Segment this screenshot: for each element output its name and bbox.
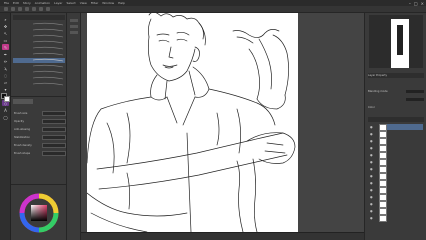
text-icon[interactable]: A xyxy=(2,107,9,113)
operation-icon[interactable]: ↖ xyxy=(2,30,9,36)
move-icon[interactable]: ✥ xyxy=(2,23,9,29)
brush-preview-strokes xyxy=(32,22,64,86)
stabilization-row[interactable]: Stabilization xyxy=(14,135,66,140)
navigator-page xyxy=(391,19,409,68)
layer-row[interactable] xyxy=(379,137,423,145)
brush-shape-row[interactable]: Brush shape xyxy=(14,151,66,156)
magnifier-icon[interactable]: ⌕ xyxy=(2,16,9,22)
layer-row[interactable] xyxy=(379,207,423,215)
pencil-icon[interactable]: ✏ xyxy=(2,58,9,64)
eye-icon[interactable]: ● xyxy=(370,167,374,171)
layer-row[interactable] xyxy=(379,200,423,208)
command-bar xyxy=(0,6,426,13)
layer-row[interactable] xyxy=(379,158,423,166)
layer-toolbar xyxy=(368,117,424,122)
menu-select[interactable]: Select xyxy=(66,1,75,5)
menu-help[interactable]: Help xyxy=(118,1,125,5)
minimize-icon[interactable]: – xyxy=(409,1,411,6)
layer-row[interactable] xyxy=(379,214,423,222)
menu-animation[interactable]: Animation xyxy=(35,1,50,5)
layer-row[interactable] xyxy=(379,130,423,138)
eye-icon[interactable]: ● xyxy=(370,174,374,178)
open-icon[interactable] xyxy=(11,7,15,11)
eye-icon[interactable]: ● xyxy=(370,160,374,164)
dock-tab[interactable] xyxy=(70,31,78,34)
eye-icon[interactable]: ● xyxy=(370,125,374,129)
canvas-paper[interactable] xyxy=(86,13,298,232)
subtool-header xyxy=(13,15,65,20)
layer-property-header: Layer Property xyxy=(368,73,424,78)
tool-property-header xyxy=(13,99,33,104)
right-panel: Layer Property Blending mode Color ● ● ●… xyxy=(364,13,426,240)
eye-icon[interactable]: ● xyxy=(370,188,374,192)
dock-tab[interactable] xyxy=(70,19,78,22)
layer-color-row[interactable]: Color xyxy=(368,105,424,110)
menu-edit[interactable]: Edit xyxy=(13,1,19,5)
navigator-preview[interactable] xyxy=(369,15,423,68)
eye-icon[interactable]: ● xyxy=(370,139,374,143)
layer-row[interactable] xyxy=(379,151,423,159)
navigator-figure xyxy=(397,25,403,55)
eye-icon[interactable]: ● xyxy=(370,146,374,150)
airbrush-icon[interactable]: ◌ xyxy=(2,72,9,78)
dock-tabs-column xyxy=(67,13,81,240)
blending-mode-row[interactable]: Blending mode xyxy=(368,89,424,94)
close-icon[interactable]: × xyxy=(421,1,424,6)
clear-icon[interactable] xyxy=(39,7,43,11)
eraser-icon[interactable]: ▱ xyxy=(2,79,9,85)
eye-icon[interactable]: ● xyxy=(370,216,374,220)
brush-icon[interactable]: ϡ xyxy=(2,65,9,71)
tool-palette: ⌕ ✥ ↖ ▭ ✎ ✒ ✏ ϡ ◌ ▱ ▾ ▤ ◇ A ◯ xyxy=(0,13,11,240)
redo-icon[interactable] xyxy=(32,7,36,11)
layer-row[interactable] xyxy=(379,144,423,152)
menu-story[interactable]: Story xyxy=(23,1,31,5)
canvas-area[interactable] xyxy=(81,13,364,232)
eye-icon[interactable]: ● xyxy=(370,132,374,136)
sub-color-swatch[interactable] xyxy=(4,96,10,102)
select-icon[interactable]: ▭ xyxy=(2,37,9,43)
maximize-icon[interactable]: □ xyxy=(414,1,418,6)
subtool-panel xyxy=(11,13,67,96)
layer-property-row[interactable] xyxy=(368,81,424,86)
eye-icon[interactable]: ● xyxy=(370,202,374,206)
save-icon[interactable] xyxy=(18,7,22,11)
transform-icon[interactable] xyxy=(46,7,50,11)
brush-size-row[interactable]: Brush size xyxy=(14,111,66,116)
eye-icon[interactable]: ● xyxy=(370,153,374,157)
pen-icon[interactable]: ✒ xyxy=(2,51,9,57)
eye-icon[interactable]: ● xyxy=(370,195,374,199)
eyedropper-icon[interactable]: ✎ xyxy=(2,44,9,50)
eye-icon[interactable]: ● xyxy=(370,209,374,213)
line-art-drawing xyxy=(86,13,296,232)
undo-icon[interactable] xyxy=(25,7,29,11)
layer-row[interactable] xyxy=(379,172,423,180)
color-wheel[interactable] xyxy=(19,193,59,233)
status-bar xyxy=(81,232,364,240)
layer-row[interactable] xyxy=(379,165,423,173)
menu-window[interactable]: Window xyxy=(102,1,114,5)
new-icon[interactable] xyxy=(4,7,8,11)
brush-density-row[interactable]: Brush density xyxy=(14,143,66,148)
fill-icon[interactable]: ▾ xyxy=(2,86,9,92)
layer-row-selected[interactable] xyxy=(379,123,423,131)
layer-row[interactable] xyxy=(379,193,423,201)
tool-property-panel: Brush size Opacity Anti-aliasing Stabili… xyxy=(11,96,67,184)
eye-icon[interactable]: ● xyxy=(370,181,374,185)
menu-file[interactable]: File xyxy=(4,1,9,5)
layer-row[interactable] xyxy=(379,179,423,187)
opacity-row[interactable] xyxy=(368,97,424,102)
menu-view[interactable]: View xyxy=(80,1,87,5)
menu-filter[interactable]: Filter xyxy=(91,1,98,5)
anti-aliasing-row[interactable]: Anti-aliasing xyxy=(14,127,66,132)
opacity-row[interactable]: Opacity xyxy=(14,119,66,124)
color-wheel-panel xyxy=(11,184,67,240)
menu-layer[interactable]: Layer xyxy=(54,1,62,5)
balloon-icon[interactable]: ◯ xyxy=(2,114,9,120)
dock-tab[interactable] xyxy=(70,25,78,28)
layer-row[interactable] xyxy=(379,186,423,194)
